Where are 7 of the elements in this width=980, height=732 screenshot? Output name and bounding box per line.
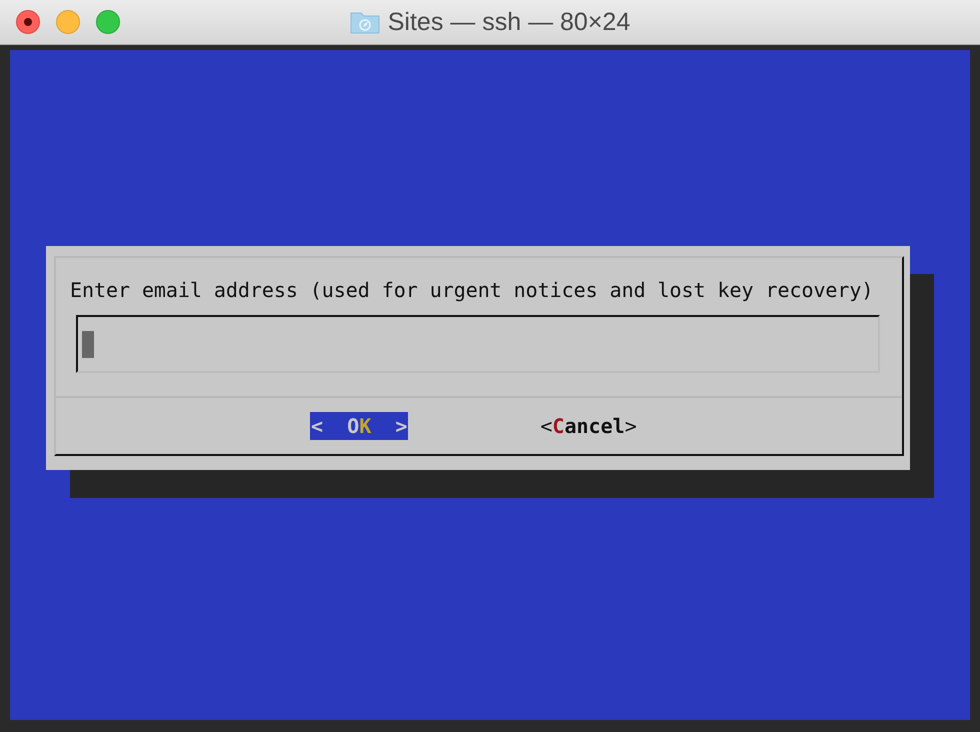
folder-icon (350, 10, 380, 34)
close-button[interactable] (16, 10, 40, 34)
window-title: Sites — ssh — 80×24 (388, 8, 630, 36)
prompt-text: Enter email address (used for urgent notices and lost key recovery) (70, 278, 874, 302)
dialog-button[interactable]: <Cancel> (540, 412, 637, 440)
input-field[interactable] (76, 315, 880, 373)
dialog-button[interactable]: < OK > (310, 412, 408, 440)
